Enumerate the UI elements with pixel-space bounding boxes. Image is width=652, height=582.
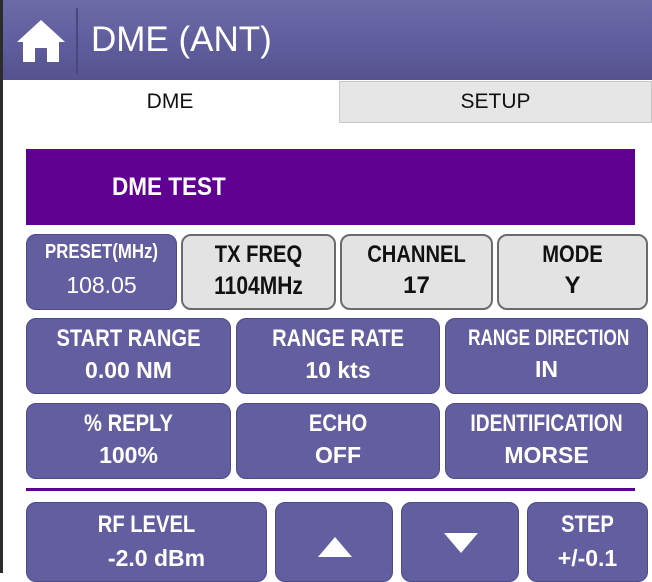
increment-button[interactable] [275, 502, 393, 582]
decrement-button[interactable] [401, 502, 519, 582]
tab-dme[interactable]: DME [3, 80, 337, 124]
range-rate-button[interactable]: RANGE RATE 10 kts [236, 318, 440, 394]
range-direction-button[interactable]: RANGE DIRECTION IN [445, 318, 648, 394]
triangle-up-icon [318, 537, 352, 557]
step-value: +/-0.1 [557, 545, 618, 571]
reply-percent-button[interactable]: % REPLY 100% [26, 403, 231, 479]
tab-setup[interactable]: SETUP [339, 81, 652, 123]
reply-percent-value: 100% [99, 442, 158, 468]
reply-percent-label: % REPLY [84, 410, 173, 437]
preset-button[interactable]: PRESET(MHz) 108.05 [26, 234, 177, 310]
identification-label: IDENTIFICATION [470, 410, 623, 437]
identification-value: MORSE [504, 442, 589, 468]
step-button[interactable]: STEP +/-0.1 [527, 502, 648, 582]
section-divider [26, 488, 635, 491]
tx-freq-value: 1104MHz [214, 272, 303, 300]
window-title: DME (ANT) [91, 20, 272, 59]
preset-label: PRESET(MHz) [45, 241, 158, 263]
echo-label: ECHO [308, 410, 368, 437]
title-separator [76, 8, 78, 74]
mode-label: MODE [542, 241, 603, 268]
rf-level-value: -2.0 dBm [107, 545, 206, 571]
channel-label: CHANNEL [367, 241, 466, 268]
start-range-label: START RANGE [56, 325, 201, 352]
channel-value: 17 [403, 272, 430, 299]
range-direction-label: RANGE DIRECTION [468, 325, 630, 350]
range-direction-value: IN [535, 356, 558, 382]
triangle-down-icon [444, 533, 478, 553]
channel-button[interactable]: CHANNEL 17 [340, 234, 493, 310]
rf-level-label: RF LEVEL [97, 511, 196, 538]
mode-value: Y [564, 272, 581, 299]
step-label: STEP [561, 511, 614, 538]
start-range-button[interactable]: START RANGE 0.00 NM [26, 318, 231, 394]
tab-bar: DME SETUP [3, 80, 652, 124]
range-rate-value: 10 kts [305, 357, 371, 383]
identification-button[interactable]: IDENTIFICATION MORSE [445, 403, 648, 479]
echo-value: OFF [315, 442, 361, 468]
dme-test-label: DME TEST [112, 173, 226, 201]
range-rate-label: RANGE RATE [272, 325, 404, 352]
start-range-value: 0.00 NM [85, 357, 172, 383]
mode-button[interactable]: MODE Y [497, 234, 648, 310]
title-bar: DME (ANT) [3, 0, 652, 80]
home-icon [17, 20, 65, 62]
rf-level-button[interactable]: RF LEVEL -2.0 dBm [26, 502, 267, 582]
echo-button[interactable]: ECHO OFF [236, 403, 440, 479]
tx-freq-button[interactable]: TX FREQ 1104MHz [181, 234, 336, 310]
home-button[interactable] [13, 16, 69, 66]
tx-freq-label: TX FREQ [214, 241, 303, 268]
preset-value: 108.05 [66, 272, 137, 298]
dme-test-banner: DME TEST [26, 149, 635, 225]
